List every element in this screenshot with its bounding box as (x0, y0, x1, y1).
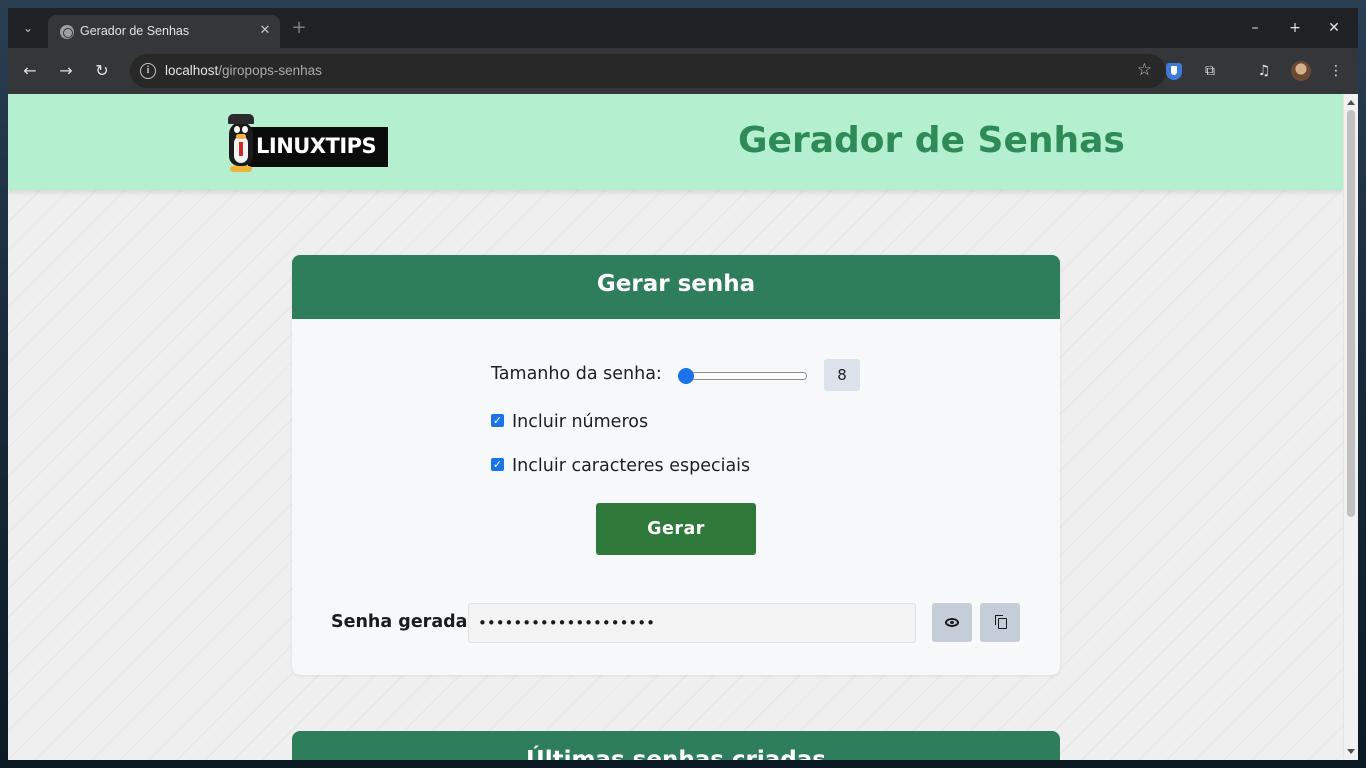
penguin-feet (230, 166, 252, 172)
site-header: LINUXTIPS Gerador de Senhas (8, 94, 1343, 190)
linuxtips-logo[interactable]: LINUXTIPS (226, 112, 388, 174)
length-slider[interactable] (686, 372, 807, 380)
generator-card: Gerar senha Tamanho da senha: 8 ✓ Inclui… (292, 255, 1060, 675)
eye-icon (945, 618, 959, 627)
length-slider-thumb[interactable] (678, 368, 694, 384)
penguin-tie (239, 142, 243, 156)
copy-password-button[interactable] (980, 603, 1020, 642)
page-title: Gerador de Senhas (738, 120, 1125, 161)
chevron-down-icon[interactable]: ⌄ (16, 16, 40, 40)
generated-password-field[interactable]: •••••••••••••••••••• (468, 603, 916, 643)
penguin-eye-left (234, 126, 240, 133)
page-viewport: LINUXTIPS Gerador de Senhas Gerar senha … (8, 94, 1343, 760)
media-queue-icon[interactable]: ♫ (1253, 60, 1275, 82)
info-icon[interactable]: i (140, 63, 156, 79)
penguin-eye-right (242, 126, 248, 133)
include-numbers-checkbox[interactable]: ✓ (491, 414, 504, 427)
url-text[interactable]: localhost/giropops-senhas (165, 63, 322, 78)
url-path: /giropops-senhas (218, 63, 322, 78)
scroll-down-arrow-icon[interactable] (1347, 749, 1355, 754)
generator-card-header: Gerar senha (292, 255, 1060, 319)
kebab-menu-icon[interactable]: ⋮ (1325, 60, 1347, 82)
history-card: Últimas senhas criadas (292, 731, 1060, 760)
avatar[interactable] (1291, 61, 1311, 81)
scroll-up-arrow-icon[interactable] (1347, 100, 1355, 105)
tab-strip: ⌄ Gerador de Senhas ✕ + – + ✕ (8, 8, 1358, 48)
star-icon[interactable]: ☆ (1137, 60, 1152, 80)
close-icon[interactable]: ✕ (256, 22, 274, 40)
include-numbers-label[interactable]: Incluir números (512, 412, 648, 432)
browser-window: ⌄ Gerador de Senhas ✕ + – + ✕ ← → ↻ i lo… (8, 8, 1358, 760)
tab-title: Gerador de Senhas (80, 24, 190, 38)
browser-toolbar: ← → ↻ i localhost/giropops-senhas ☆ ⧉ ♫ … (8, 48, 1358, 94)
include-special-label[interactable]: Incluir caracteres especiais (512, 456, 750, 476)
show-password-button[interactable] (932, 603, 972, 642)
reload-icon[interactable]: ↻ (90, 59, 114, 83)
address-bar[interactable]: i localhost/giropops-senhas ☆ (130, 54, 1166, 88)
close-window-button[interactable]: ✕ (1322, 18, 1346, 38)
include-special-checkbox[interactable]: ✓ (491, 458, 504, 471)
globe-icon (60, 25, 74, 39)
logo-text: LINUXTIPS (256, 134, 377, 158)
penguin-hat (228, 114, 254, 124)
scrollbar-thumb[interactable] (1347, 110, 1355, 517)
history-card-title: Últimas senhas criadas (526, 747, 826, 760)
length-value: 8 (824, 359, 860, 391)
tab-active[interactable]: Gerador de Senhas ✕ (48, 15, 280, 48)
generated-password-label: Senha gerada: (331, 612, 475, 632)
new-tab-button[interactable]: + (288, 18, 310, 40)
generate-button[interactable]: Gerar (596, 503, 756, 555)
bitwarden-extension-icon[interactable] (1166, 63, 1182, 80)
generator-card-title: Gerar senha (596, 271, 756, 297)
url-host: localhost (165, 63, 219, 78)
copy-icon (995, 615, 1007, 629)
length-label: Tamanho da senha: (491, 364, 662, 384)
arrow-right-icon[interactable]: → (54, 59, 78, 83)
penguin-beak (236, 134, 246, 139)
page-scrollbar[interactable] (1343, 94, 1358, 760)
maximize-button[interactable]: + (1283, 18, 1307, 38)
arrow-left-icon[interactable]: ← (18, 59, 42, 83)
minimize-button[interactable]: – (1243, 18, 1267, 38)
puzzle-icon[interactable]: ⧉ (1199, 60, 1221, 82)
